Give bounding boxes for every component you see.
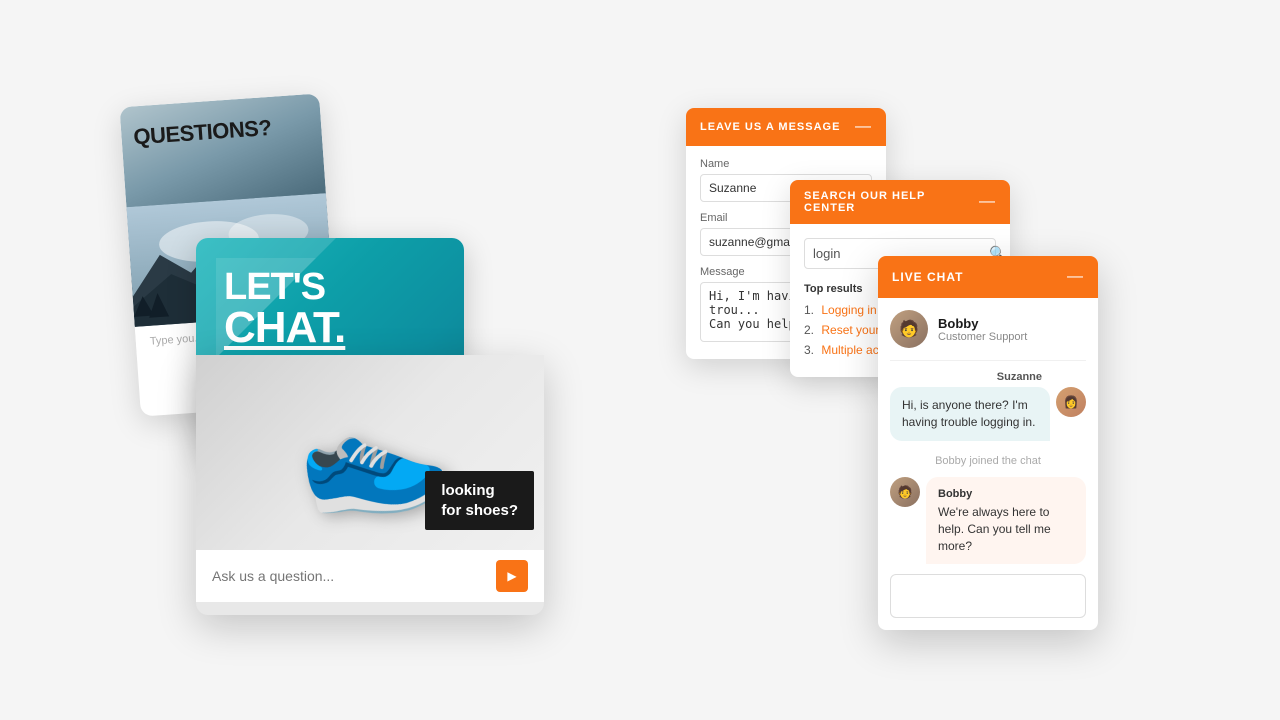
livechat-header: LIVE CHAT — xyxy=(878,256,1098,298)
agent-bubble-row: 🧑 Bobby We're always here to help. Can y… xyxy=(890,477,1086,565)
looking-badge: looking for shoes? xyxy=(425,471,534,530)
user-bubble: Hi, is anyone there? I'm having trouble … xyxy=(890,387,1050,441)
letschat-text: LET'S CHAT. xyxy=(224,268,345,350)
result-num-1: 1. xyxy=(804,303,814,317)
agent-row: 🧑 Bobby Customer Support xyxy=(890,310,1086,361)
agent-bubble-avatar: 🧑 xyxy=(890,477,920,507)
letschat-line1: LET'S xyxy=(224,268,345,306)
result-num-3: 3. xyxy=(804,343,814,357)
user-avatar: 👩 xyxy=(1056,387,1086,417)
agent-name: Bobby xyxy=(938,316,1027,331)
leave-message-header: LEAVE US A MESSAGE — xyxy=(686,108,886,146)
agent-info: Bobby Customer Support xyxy=(938,316,1027,343)
livechat-minimize[interactable]: — xyxy=(1067,268,1084,286)
letschat-line2: CHAT. xyxy=(224,306,345,350)
search-help-minimize[interactable]: — xyxy=(979,193,996,211)
name-label: Name xyxy=(700,158,872,170)
agent-role: Customer Support xyxy=(938,331,1027,343)
leave-message-minimize[interactable]: — xyxy=(855,118,872,136)
questions-heading: QUESTIONS? xyxy=(133,115,272,151)
agent-bubble-text: We're always here to help. Can you tell … xyxy=(938,505,1051,553)
leave-message-title: LEAVE US A MESSAGE xyxy=(700,121,840,133)
shoes-input[interactable] xyxy=(212,568,496,584)
shoes-card: 👟 looking for shoes? xyxy=(196,355,544,615)
search-help-title: SEARCH OUR HELP CENTER xyxy=(804,190,979,214)
livechat-widget: LIVE CHAT — 🧑 Bobby Customer Support Suz… xyxy=(878,256,1098,630)
agent-bubble: Bobby We're always here to help. Can you… xyxy=(926,477,1086,565)
search-help-header: SEARCH OUR HELP CENTER — xyxy=(790,180,1010,224)
result-num-2: 2. xyxy=(804,323,814,337)
livechat-title: LIVE CHAT xyxy=(892,270,963,284)
agent-bubble-name: Bobby xyxy=(938,487,1074,502)
shoes-send-button[interactable] xyxy=(496,560,528,592)
system-message: Bobby joined the chat xyxy=(890,455,1086,467)
agent-avatar: 🧑 xyxy=(890,310,928,348)
shoes-input-bar xyxy=(196,550,544,602)
chat-input-area[interactable] xyxy=(890,574,1086,618)
user-bubble-row: Hi, is anyone there? I'm having trouble … xyxy=(890,387,1086,445)
user-bubble-name: Suzanne xyxy=(890,371,1086,383)
livechat-body: 🧑 Bobby Customer Support Suzanne Hi, is … xyxy=(878,298,1098,564)
shoes-image: 👟 looking for shoes? xyxy=(196,355,544,550)
